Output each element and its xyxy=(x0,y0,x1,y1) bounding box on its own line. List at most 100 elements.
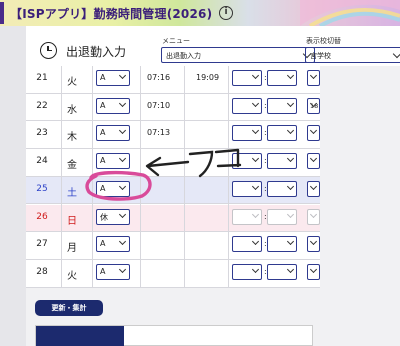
day-number: 28 xyxy=(36,266,48,277)
day-number: 25 xyxy=(36,183,48,194)
page-header: 出退勤入力 メニュー 出退勤入力 表示校切替 宮学校 xyxy=(26,26,400,66)
menu-dropdown-value: 出退勤入力 xyxy=(166,52,201,60)
start-hour-select[interactable] xyxy=(232,180,262,197)
weekday-label: 土 xyxy=(67,187,77,199)
clock-in-time: 07:10 xyxy=(147,100,171,110)
chevron-down-icon xyxy=(309,71,318,80)
day-number: 22 xyxy=(36,100,48,111)
chevron-down-icon xyxy=(251,265,260,273)
chevron-down-icon xyxy=(309,182,318,190)
start-minute-select[interactable] xyxy=(267,208,297,225)
work-type-value: A xyxy=(100,156,106,166)
start-hour-select[interactable] xyxy=(232,125,262,142)
chevron-down-icon xyxy=(286,182,295,190)
school-switch-dropdown[interactable]: 宮学校 xyxy=(305,47,400,63)
end-hour-select[interactable] xyxy=(307,208,320,225)
table-row: 21 火 A 07:16 19:09: xyxy=(26,66,320,94)
work-type-value: 休 xyxy=(100,212,108,222)
attendance-table: 21 火 A 07:16 19:09:22 水 A 07:10:18 23 木 A 07:13:24 金… xyxy=(26,66,320,288)
work-type-value: A xyxy=(100,73,106,82)
work-type-dropdown[interactable]: 休 xyxy=(96,208,130,225)
clock-icon xyxy=(40,42,57,59)
chevron-down-icon xyxy=(251,238,260,246)
chevron-down-icon xyxy=(118,182,127,190)
start-hour-select[interactable] xyxy=(232,97,262,114)
column-divider xyxy=(228,66,229,288)
title-accent-bar xyxy=(0,2,4,24)
day-number: 26 xyxy=(36,211,48,222)
chevron-down-icon xyxy=(118,99,127,107)
day-number: 23 xyxy=(36,128,48,139)
start-minute-select[interactable] xyxy=(267,236,297,253)
start-minute-select[interactable] xyxy=(267,153,297,170)
chevron-down-icon xyxy=(251,71,260,80)
chevron-down-icon xyxy=(251,182,260,190)
table-row: 22 水 A 07:10:18 xyxy=(26,94,320,122)
table-row: 28 火 A: xyxy=(26,260,320,288)
page-title: 出退勤入力 xyxy=(66,45,127,59)
start-hour-select[interactable] xyxy=(232,208,262,225)
chevron-down-icon xyxy=(118,238,127,246)
left-sidebar-strip xyxy=(0,26,26,346)
app-title: 【ISPアプリ】勤務時間管理(2026) xyxy=(10,7,213,21)
chevron-down-icon xyxy=(118,210,127,218)
clock-in-time: 07:16 xyxy=(147,73,171,82)
column-divider xyxy=(140,66,141,288)
day-number: 27 xyxy=(36,239,48,250)
chevron-down-icon xyxy=(251,155,260,163)
work-type-value: A xyxy=(100,128,106,138)
start-hour-select[interactable] xyxy=(232,70,262,86)
chevron-down-icon xyxy=(118,127,127,135)
table-row: 24 金 A: xyxy=(26,149,320,177)
info-icon[interactable]: i xyxy=(219,6,233,20)
menu-dropdown[interactable]: 出退勤入力 xyxy=(161,47,315,63)
school-switch-value: 宮学校 xyxy=(310,52,331,60)
end-hour-select[interactable] xyxy=(307,236,320,253)
work-type-dropdown[interactable]: A xyxy=(96,70,130,86)
start-hour-select[interactable] xyxy=(232,153,262,170)
column-divider xyxy=(61,66,62,288)
end-hour-select[interactable] xyxy=(307,70,320,86)
work-type-dropdown[interactable]: A xyxy=(96,236,130,253)
chevron-down-icon xyxy=(251,127,260,135)
end-hour-select[interactable] xyxy=(307,263,320,280)
menu-label: メニュー xyxy=(162,37,190,45)
table-row: 25 土 A: xyxy=(26,176,320,205)
end-hour-select[interactable]: 18 xyxy=(307,97,320,114)
chevron-down-icon xyxy=(286,71,295,80)
clock-in-time: 07:13 xyxy=(147,128,171,138)
table-row: 26 日休: xyxy=(26,204,320,233)
work-type-dropdown[interactable]: A xyxy=(96,153,130,170)
chevron-down-icon xyxy=(286,99,295,107)
school-switch-label: 表示校切替 xyxy=(306,37,341,45)
end-hour-select[interactable] xyxy=(307,180,320,197)
update-summary-button[interactable]: 更新・集計 xyxy=(35,300,103,316)
start-hour-select[interactable] xyxy=(232,236,262,253)
end-hour-select[interactable] xyxy=(307,125,320,142)
start-minute-select[interactable] xyxy=(267,125,297,142)
chevron-down-icon xyxy=(118,155,127,163)
weekday-label: 水 xyxy=(67,104,77,116)
chevron-down-icon xyxy=(286,210,295,218)
work-type-dropdown[interactable]: A xyxy=(96,263,130,280)
chevron-down-icon xyxy=(286,155,295,163)
column-divider xyxy=(92,66,93,288)
clock-out-time: 19:09 xyxy=(196,73,220,82)
work-type-dropdown[interactable]: A xyxy=(96,125,130,142)
chevron-down-icon xyxy=(286,127,295,135)
start-hour-select[interactable] xyxy=(232,263,262,280)
weekday-label: 火 xyxy=(67,77,77,88)
day-number: 21 xyxy=(36,73,48,83)
weekday-label: 日 xyxy=(67,215,77,227)
end-hour-select[interactable] xyxy=(307,153,320,170)
start-minute-select[interactable] xyxy=(267,70,297,86)
weekday-label: 月 xyxy=(67,243,77,255)
start-minute-select[interactable] xyxy=(267,263,297,280)
chevron-down-icon xyxy=(309,127,318,135)
work-type-dropdown[interactable]: A xyxy=(96,180,130,197)
work-type-dropdown[interactable]: A xyxy=(96,97,130,114)
start-minute-select[interactable] xyxy=(267,180,297,197)
chevron-down-icon xyxy=(309,155,318,163)
start-minute-select[interactable] xyxy=(267,97,297,114)
work-type-value: A xyxy=(100,239,106,249)
